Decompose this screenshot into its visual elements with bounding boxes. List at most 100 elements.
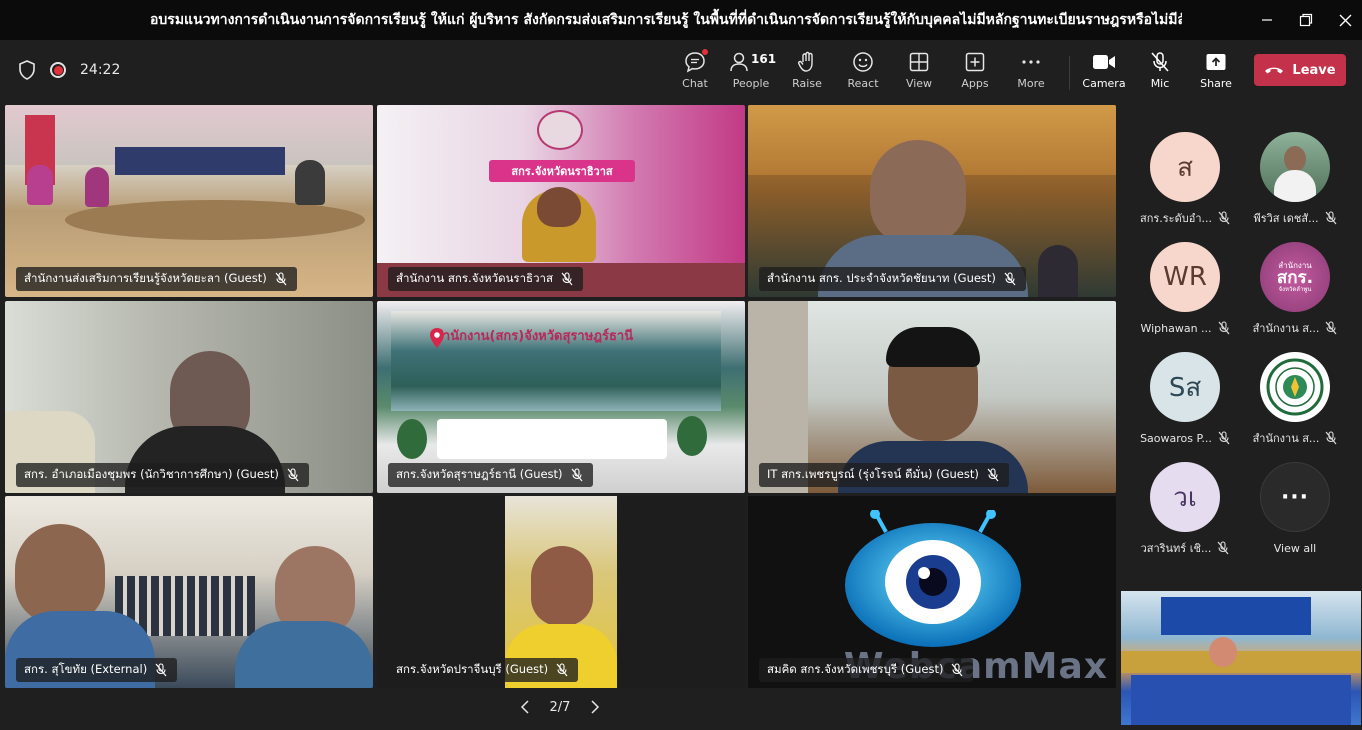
- participant-name: สกร.จังหวัดปราจีนบุรี (Guest): [396, 662, 549, 676]
- name-banner: สกร.จังหวัดนราธิวาส: [489, 160, 635, 182]
- roster-label: วสารินทร์ เชิ...: [1125, 540, 1245, 556]
- video-tile[interactable]: สกร.จังหวัดนราธิวาส สำนักงาน สกร.จังหวัด…: [377, 105, 745, 297]
- avatar-logo-text: จังหวัดลำพูน: [1278, 285, 1312, 293]
- avatar: [1260, 132, 1330, 202]
- camera-icon: [1093, 55, 1115, 69]
- share-button[interactable]: Share: [1188, 50, 1244, 96]
- banner: [1161, 597, 1311, 635]
- mic-off-icon: [556, 663, 568, 677]
- participant-head: [1209, 637, 1237, 667]
- avatar-photo-head: [1284, 146, 1306, 172]
- participant-name-label: สกร.จังหวัดปราจีนบุรี (Guest): [388, 658, 579, 682]
- conference-table: [65, 200, 365, 240]
- people-icon: [730, 52, 748, 72]
- organization-seal-icon: [1266, 358, 1324, 416]
- leave-button[interactable]: Leave: [1254, 54, 1346, 86]
- mic-button[interactable]: Mic: [1132, 50, 1188, 96]
- video-tile[interactable]: สำนักงาน(สกร)จังหวัดสุราษฎร์ธานี สกร.จัง…: [377, 301, 745, 493]
- leave-label: Leave: [1292, 62, 1336, 78]
- video-tile[interactable]: สำนักงาน สกร. ประจำจังหวัดชัยนาท (Guest): [748, 105, 1116, 297]
- participant-name: สกร. อำเภอเมืองชุมพร (นักวิชาการศึกษา) (…: [24, 467, 279, 481]
- next-page-icon[interactable]: [590, 700, 600, 714]
- meeting-title: อบรมแนวทางการดำเนินงานการจัดการเรียนรู้ …: [150, 12, 1182, 28]
- decoration: [1121, 651, 1361, 673]
- previous-page-icon[interactable]: [520, 700, 530, 714]
- mic-off-icon: [987, 468, 999, 482]
- roster-participant[interactable]: WR Wiphawan ...: [1125, 210, 1245, 335]
- more-button[interactable]: More: [1003, 50, 1059, 96]
- mic-off-icon: [561, 272, 573, 286]
- participant-name: สกร. สุโขทัย (External): [24, 662, 148, 676]
- raise-hand-icon: [798, 51, 813, 72]
- smiley-icon: [853, 52, 873, 72]
- apps-label: Apps: [961, 77, 989, 90]
- participant-figure: [295, 160, 325, 205]
- avatar: ส: [1150, 132, 1220, 202]
- mic-off-icon: [1004, 272, 1016, 286]
- participant-figure: [235, 621, 373, 688]
- video-tile[interactable]: สกร. สุโขทัย (External): [5, 496, 373, 688]
- plant: [677, 416, 707, 456]
- meeting-table: [437, 419, 667, 459]
- participant-figure: [1038, 245, 1078, 297]
- more-participants-icon: ···: [1260, 462, 1330, 532]
- conference-table: [1131, 675, 1351, 725]
- participant-name-label: สกร. อำเภอเมืองชุมพร (นักวิชาการศึกษา) (…: [16, 463, 309, 487]
- mic-label: Mic: [1150, 77, 1170, 90]
- avatar-photo-body: [1274, 170, 1316, 202]
- roster-participant[interactable]: พีรวิส เดชสั...: [1235, 100, 1355, 225]
- roster-name: วสารินทร์ เชิ...: [1140, 542, 1212, 555]
- avatar: [1260, 352, 1330, 422]
- pagination: 2/7: [520, 696, 600, 718]
- roster-participant[interactable]: วเ วสารินทร์ เชิ...: [1125, 430, 1245, 555]
- toolbar-divider: [1069, 56, 1070, 90]
- camera-button[interactable]: Camera: [1076, 50, 1132, 96]
- participant-roster: ส สกร.ระดับอำ... พีรวิส เดชสั... WR Wiph…: [1118, 100, 1362, 580]
- participant-name-label: สกร.จังหวัดสุราษฎร์ธานี (Guest): [388, 463, 593, 487]
- roster-participant[interactable]: ส สกร.ระดับอำ...: [1125, 100, 1245, 225]
- video-tile[interactable]: สกร.จังหวัดปราจีนบุรี (Guest): [377, 496, 745, 688]
- participant-name: IT สกร.เพชรบูรณ์ (รุ่งโรจน์ ดีมั่น) (Gue…: [767, 467, 979, 481]
- mic-off-icon: [952, 663, 963, 677]
- participant-name: สำนักงาน สกร. ประจำจังหวัดชัยนาท (Guest): [767, 271, 996, 285]
- roster-participant[interactable]: สำนักงาน สกร. จังหวัดลำพูน สำนักงาน ส...: [1235, 210, 1355, 335]
- participant-name-label: สำนักงาน สกร.จังหวัดนราธิวาส: [388, 267, 584, 291]
- hang-up-icon: [1265, 67, 1284, 74]
- video-tile[interactable]: IT สกร.เพชรบูรณ์ (รุ่งโรจน์ ดีมั่น) (Gue…: [748, 301, 1116, 493]
- avatar: วเ: [1150, 462, 1220, 532]
- participant-name-label: สำนักงานส่งเสริมการเรียนรู้จังหวัดยะลา (…: [16, 267, 297, 291]
- video-tile[interactable]: สำนักงานส่งเสริมการเรียนรู้จังหวัดยะลา (…: [5, 105, 373, 297]
- add-apps-icon: [965, 52, 985, 72]
- roster-participant[interactable]: สำนักงาน ส...: [1235, 320, 1355, 445]
- avatar: สำนักงาน สกร. จังหวัดลำพูน: [1260, 242, 1330, 312]
- camera-label: Camera: [1082, 77, 1126, 90]
- raise-hand-button[interactable]: Raise: [779, 50, 835, 96]
- mic-off-icon: [287, 468, 299, 482]
- close-button[interactable]: [1322, 0, 1362, 40]
- video-tile[interactable]: WebcamMax สมคิด สกร.จังหวัดเพชรบุรี (Gue…: [748, 496, 1116, 688]
- more-icon: [1022, 60, 1040, 64]
- banner: [115, 147, 285, 175]
- view-button[interactable]: View: [891, 50, 947, 96]
- people-button[interactable]: 161 People: [723, 50, 779, 96]
- self-view-video[interactable]: [1121, 591, 1361, 725]
- view-all-button[interactable]: ··· View all: [1235, 430, 1355, 555]
- chat-button[interactable]: Chat: [667, 49, 723, 96]
- video-tile[interactable]: สกร. อำเภอเมืองชุมพร (นักวิชาการศึกษา) (…: [5, 301, 373, 493]
- video-grid: สำนักงานส่งเสริมการเรียนรู้จังหวัดยะลา (…: [0, 100, 1118, 690]
- participant-head: [870, 140, 966, 245]
- people-count: 161: [751, 52, 777, 66]
- shield-icon[interactable]: [18, 60, 36, 80]
- avatar: Sส: [1150, 352, 1220, 422]
- people-label: People: [732, 77, 770, 90]
- apps-button[interactable]: Apps: [947, 50, 1003, 96]
- mic-off-icon: [275, 272, 287, 286]
- view-all-label: View all: [1273, 541, 1317, 555]
- share-icon: [1206, 54, 1226, 70]
- title-bar: อบรมแนวทางการดำเนินงานการจัดการเรียนรู้ …: [0, 0, 1362, 40]
- banner-title: สำนักงาน(สกร)จังหวัดสุราษฎร์ธานี: [435, 329, 634, 344]
- mic-off-icon: [1151, 52, 1169, 72]
- roster-participant[interactable]: Sส Saowaros P...: [1125, 320, 1245, 445]
- share-label: Share: [1200, 77, 1232, 90]
- react-button[interactable]: React: [835, 50, 891, 96]
